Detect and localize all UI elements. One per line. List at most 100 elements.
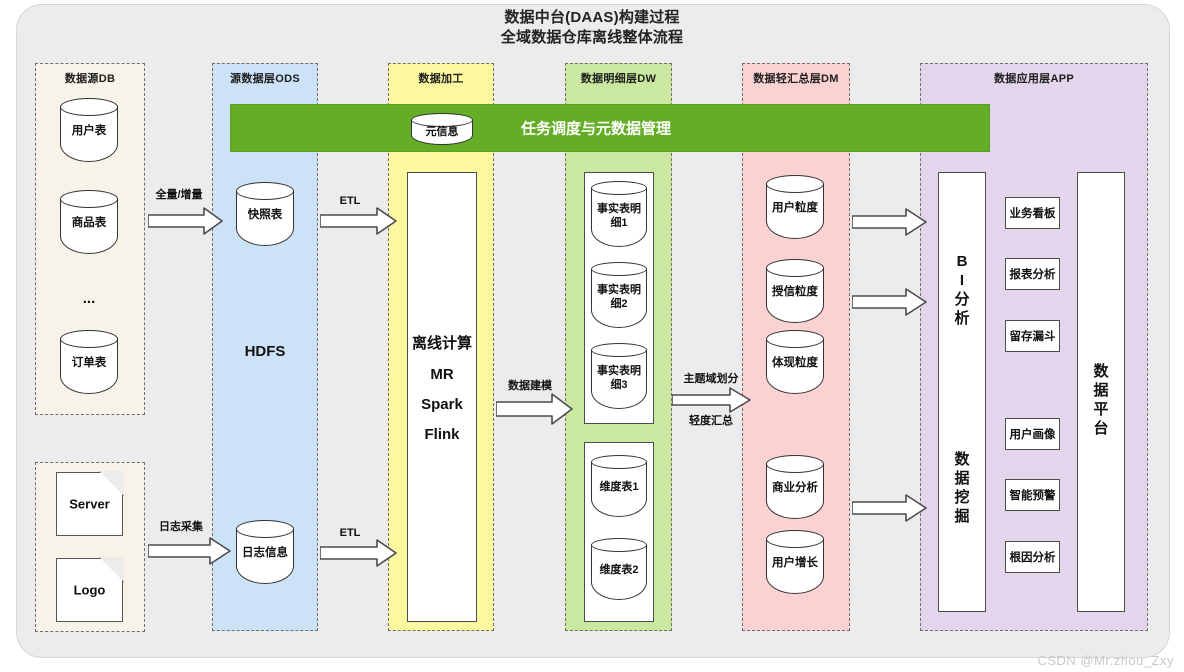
mining-char-3: 掘 [954, 508, 970, 525]
cylinder-log-info: 日志信息 [236, 520, 294, 584]
cylinder-top [591, 181, 647, 195]
mining-char-2: 挖 [954, 489, 970, 506]
offline-compute-text: 离线计算 MR Spark Flink [408, 319, 476, 456]
card-business-dashboard[interactable]: 业务看板 [1005, 197, 1060, 229]
metadata-management-band: 元信息 任务调度与元数据管理 [230, 104, 990, 152]
data-mining-label: 数 据 挖 掘 [938, 443, 986, 533]
cylinder-top [766, 175, 824, 193]
arrow-dm-to-bi-1 [852, 207, 928, 237]
card-label: 报表分析 [1009, 269, 1056, 281]
lane-title-dm: 数据轻汇总层DM [753, 73, 839, 85]
cylinder-withdraw-granularity: 体现粒度 [766, 330, 824, 394]
cylinder-fact-detail-3: 事实表明 细3 [591, 343, 647, 409]
engine-mr: MR [430, 366, 454, 383]
arrow-etl-top [320, 206, 398, 236]
cylinder-label: 商业分析 [772, 482, 818, 495]
platform-char-2: 平 [1093, 401, 1109, 418]
cylinder-top [591, 538, 647, 552]
cylinder-top [766, 530, 824, 548]
cylinder-dim-table-1: 维度表1 [591, 455, 647, 517]
cylinder-order-table: 订单表 [60, 330, 118, 394]
cylinder-label: 元信息 [425, 125, 459, 138]
card-user-profile[interactable]: 用户画像 [1005, 418, 1060, 450]
lane-title-source-db: 数据源DB [64, 73, 116, 85]
cylinder-top [766, 259, 824, 277]
cylinder-label: 体现粒度 [772, 357, 818, 370]
cylinder-user-table: 用户表 [60, 98, 118, 162]
cylinder-product-table: 商品表 [60, 190, 118, 254]
cylinder-user-granularity: 用户粒度 [766, 175, 824, 239]
cylinder-top [236, 520, 294, 538]
cylinder-meta-info: 元信息 [411, 113, 473, 145]
arrow-dm-to-bi-2 [852, 287, 928, 317]
cylinder-label: 日志信息 [242, 547, 288, 560]
bi-and-mining-column [938, 172, 986, 612]
cylinder-label: 事实表明 细3 [597, 365, 641, 392]
arrow-log-collect [148, 536, 232, 566]
arrow-full-incremental [148, 206, 224, 236]
cylinder-label: 用户粒度 [772, 202, 818, 215]
cylinder-top [591, 262, 647, 276]
cylinder-top [766, 455, 824, 473]
cylinder-top [236, 182, 294, 200]
bi-char-0: B [956, 253, 968, 270]
cylinder-top [60, 190, 118, 208]
offline-compute-box: 离线计算 MR Spark Flink [407, 172, 477, 622]
bi-analysis-label: B I 分 析 [938, 253, 986, 327]
data-platform-label: 数 据 平 台 [1077, 355, 1125, 445]
arrow-etl-bottom [320, 538, 398, 568]
arrow-label-full-incremental: 全量/增量 [155, 189, 203, 201]
engine-flink: Flink [424, 426, 460, 443]
card-report-analysis[interactable]: 报表分析 [1005, 258, 1060, 290]
cylinder-label: 用户表 [71, 125, 107, 138]
source-db-ellipsis: ... [82, 290, 96, 307]
mining-char-1: 据 [954, 470, 970, 487]
arrow-dm-to-mining [852, 493, 928, 523]
lane-title-data-processing: 数据加工 [418, 73, 464, 85]
card-retention-funnel[interactable]: 留存漏斗 [1005, 320, 1060, 352]
lane-title-dw: 数据明细层DW [580, 73, 657, 85]
cylinder-fact-detail-2: 事实表明 细2 [591, 262, 647, 328]
cylinder-fact-detail-1: 事实表明 细1 [591, 181, 647, 247]
card-smart-alert[interactable]: 智能预警 [1005, 479, 1060, 511]
cylinder-snapshot-table: 快照表 [236, 182, 294, 246]
cylinder-top [591, 343, 647, 357]
platform-char-0: 数 [1093, 363, 1109, 380]
mining-char-0: 数 [954, 451, 970, 468]
card-label: 用户画像 [1009, 429, 1056, 441]
cylinder-label: 授信粒度 [772, 286, 818, 299]
bi-char-2: 分 [954, 291, 970, 308]
document-label: Logo [73, 582, 106, 598]
title-line-2: 全域数据仓库离线整体流程 [500, 29, 684, 46]
bi-char-3: 析 [954, 310, 970, 327]
page-title: 数据中台(DAAS)构建过程 全域数据仓库离线整体流程 [0, 8, 1184, 48]
arrow-label-data-modeling: 数据建模 [508, 380, 552, 392]
card-root-cause-analysis[interactable]: 根因分析 [1005, 541, 1060, 573]
card-label: 业务看板 [1009, 208, 1056, 220]
cylinder-top [591, 455, 647, 469]
document-server: Server [56, 471, 124, 536]
ods-storage-label: HDFS [244, 343, 286, 360]
cylinder-label: 用户增长 [772, 557, 818, 570]
cylinder-credit-granularity: 授信粒度 [766, 259, 824, 323]
cylinder-user-growth: 用户增长 [766, 530, 824, 594]
engine-spark: Spark [421, 396, 463, 413]
lane-title-app: 数据应用层APP [993, 73, 1075, 85]
cylinder-top [766, 330, 824, 348]
offline-compute-heading: 离线计算 [411, 335, 472, 352]
metadata-band-label: 任务调度与元数据管理 [521, 120, 672, 138]
document-logo: Logo [56, 557, 124, 622]
cylinder-label: 订单表 [71, 357, 107, 370]
arrow-label-log-collect: 日志采集 [159, 521, 203, 533]
cylinder-label: 事实表明 细1 [597, 203, 641, 230]
document-label: Server [69, 496, 110, 512]
platform-char-3: 台 [1093, 420, 1109, 437]
platform-char-1: 据 [1093, 382, 1109, 399]
watermark: CSDN @Mr.zhou_Zxy [1037, 653, 1174, 668]
card-label: 留存漏斗 [1009, 331, 1056, 343]
cylinder-label: 维度表1 [599, 481, 639, 494]
card-label: 根因分析 [1009, 552, 1056, 564]
cylinder-top [60, 330, 118, 348]
arrow-label-subject-domain: 主题域划分 [683, 373, 739, 385]
lane-title-ods: 源数据层ODS [230, 73, 300, 85]
